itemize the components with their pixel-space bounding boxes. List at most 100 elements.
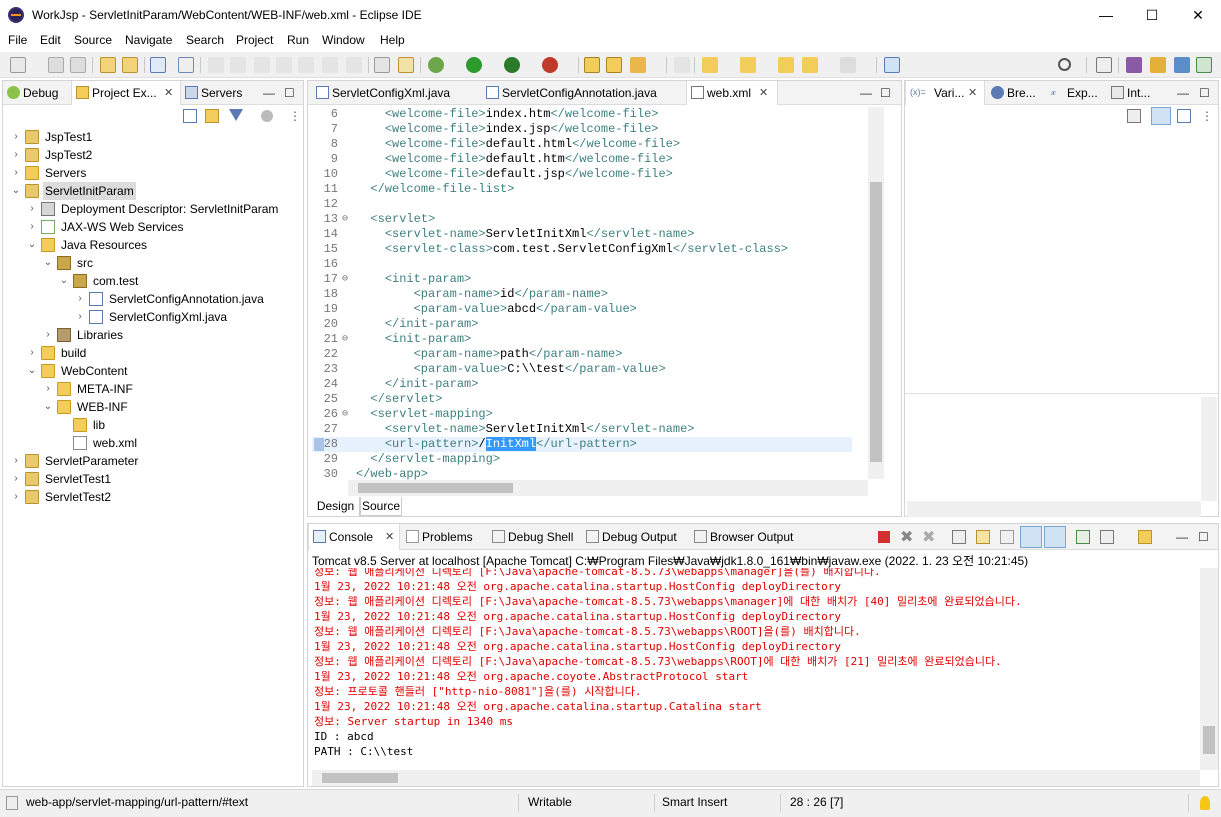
perspective-debug-icon[interactable] (1196, 57, 1212, 73)
remove-all-launches-icon[interactable]: ✖ (922, 527, 935, 547)
show-logical-structure-icon[interactable] (1151, 107, 1171, 125)
tab-variables[interactable]: (x)= Vari... ✕ (905, 81, 985, 105)
tree-item[interactable]: ⌄ WebContent (3, 362, 303, 380)
tree-item[interactable]: web.xml (3, 434, 303, 452)
minimize-button[interactable]: — (1083, 0, 1129, 30)
menu-navigate[interactable]: Navigate (125, 33, 172, 47)
expanded-chevron-icon[interactable]: ⌄ (11, 182, 21, 200)
tree-item[interactable]: › ServletTest2 (3, 488, 303, 506)
open-console-icon[interactable] (1138, 530, 1152, 544)
fold-collapse-icon[interactable]: ⊖ (340, 332, 350, 347)
tab-design[interactable]: Design (312, 497, 360, 516)
terminal-icon[interactable] (150, 57, 166, 73)
remove-launch-icon[interactable]: ✖ (900, 527, 913, 547)
tree-item[interactable]: › Libraries (3, 326, 303, 344)
next-annotation-icon[interactable] (702, 57, 718, 73)
tab-console[interactable]: Console ✕ (308, 524, 400, 550)
scroll-lock-icon[interactable] (976, 530, 990, 544)
save-icon[interactable] (48, 57, 64, 73)
tree-item[interactable]: › ServletConfigAnnotation.java (3, 290, 303, 308)
code-line[interactable]: 12 (312, 197, 852, 212)
menu-search[interactable]: Search (186, 33, 224, 47)
code-line[interactable]: 21 ⊖ <init-param> (312, 332, 852, 347)
tree-item[interactable]: lib (3, 416, 303, 434)
tree-item[interactable]: ⌄ com.test (3, 272, 303, 290)
close-button[interactable]: ✕ (1175, 0, 1221, 30)
focus-icon[interactable] (261, 110, 273, 122)
tree-item[interactable]: › JspTest2 (3, 146, 303, 164)
build-all-icon[interactable] (122, 57, 138, 73)
menu-help[interactable]: Help (380, 33, 405, 47)
expanded-chevron-icon[interactable]: ⌄ (27, 362, 37, 380)
show-console-stdout-icon[interactable] (1020, 526, 1042, 548)
step-over-icon[interactable] (322, 57, 338, 73)
code-line[interactable]: 14 <servlet-name>ServletInitXml</servlet… (312, 227, 852, 242)
show-type-names-icon[interactable] (1127, 109, 1141, 123)
collapsed-chevron-icon[interactable]: › (11, 488, 21, 506)
skip-breakpoints-icon[interactable] (178, 57, 194, 73)
collapsed-chevron-icon[interactable]: › (11, 452, 21, 470)
previous-annotation-icon[interactable] (740, 57, 756, 73)
tab-project-explorer[interactable]: Project Ex... ✕ (71, 81, 181, 105)
clear-console-icon[interactable] (952, 530, 966, 544)
close-tab-icon[interactable]: ✕ (164, 81, 173, 105)
tip-lightbulb-icon[interactable] (1200, 796, 1210, 810)
suspend-icon[interactable] (230, 57, 246, 73)
details-horizontal-scrollbar[interactable] (907, 501, 1201, 517)
expanded-chevron-icon[interactable]: ⌄ (43, 398, 53, 416)
tab-source[interactable]: Source (360, 497, 402, 516)
menu-window[interactable]: Window (322, 33, 365, 47)
collapsed-chevron-icon[interactable]: › (11, 470, 21, 488)
collapsed-chevron-icon[interactable]: › (11, 128, 21, 146)
open-task-icon[interactable] (606, 57, 622, 73)
minimize-view-icon[interactable]: — (1176, 524, 1188, 550)
collapsed-chevron-icon[interactable]: › (27, 218, 37, 236)
menu-project[interactable]: Project (236, 33, 273, 47)
tree-item[interactable]: › build (3, 344, 303, 362)
tab-debug[interactable]: Debug (3, 81, 71, 105)
tab-servletconfigxml[interactable]: ServletConfigXml.java (312, 81, 482, 105)
details-vertical-scrollbar[interactable] (1201, 397, 1217, 501)
code-line[interactable]: 25 </servlet> (312, 392, 852, 407)
tab-debug-shell[interactable]: Debug Shell (488, 524, 580, 550)
tab-browser-output[interactable]: Browser Output (690, 524, 800, 550)
drop-to-frame-icon[interactable] (374, 57, 390, 73)
editor-horizontal-scrollbar[interactable] (348, 480, 868, 496)
tab-problems[interactable]: Problems (402, 524, 482, 550)
perspective-javaee-icon[interactable] (1126, 57, 1142, 73)
show-console-stderr-icon[interactable] (1044, 526, 1066, 548)
search-tool-icon[interactable] (630, 57, 646, 73)
minimize-view-icon[interactable]: — (263, 81, 275, 105)
tree-item[interactable]: ⌄ src (3, 254, 303, 272)
maximize-view-icon[interactable]: ☐ (1198, 524, 1209, 550)
tab-servers[interactable]: Servers (181, 81, 251, 105)
run-icon[interactable] (466, 57, 482, 73)
tab-breakpoints[interactable]: Bre... (987, 81, 1047, 105)
code-line[interactable]: 27 <servlet-name>ServletInitXml</servlet… (312, 422, 852, 437)
menu-edit[interactable]: Edit (40, 33, 61, 47)
code-line[interactable]: 7 <welcome-file>index.jsp</welcome-file> (312, 122, 852, 137)
annotation-icon[interactable] (674, 57, 690, 73)
collapsed-chevron-icon[interactable]: › (11, 146, 21, 164)
code-line[interactable]: 11 </welcome-file-list> (312, 182, 852, 197)
word-wrap-icon[interactable] (1000, 530, 1014, 544)
tree-item[interactable]: › JAX-WS Web Services (3, 218, 303, 236)
tree-item[interactable]: › JspTest1 (3, 128, 303, 146)
view-menu-icon[interactable]: ⋮ (1201, 108, 1213, 124)
collapse-all-icon[interactable] (183, 109, 197, 123)
pin-console-icon[interactable] (1076, 530, 1090, 544)
maximize-view-icon[interactable]: ☐ (1199, 81, 1210, 105)
tree-item[interactable]: ⌄ Java Resources (3, 236, 303, 254)
console-vertical-scrollbar[interactable] (1200, 568, 1218, 770)
maximize-view-icon[interactable]: ☐ (880, 81, 891, 105)
menu-source[interactable]: Source (74, 33, 112, 47)
console-horizontal-scrollbar[interactable] (312, 770, 1200, 786)
build-icon[interactable] (100, 57, 116, 73)
tab-interactive[interactable]: Int... (1107, 81, 1167, 105)
tab-servletconfigannotation[interactable]: ServletConfigAnnotation.java (482, 81, 682, 105)
code-line[interactable]: 9 <welcome-file>default.htm</welcome-fil… (312, 152, 852, 167)
close-tab-icon[interactable]: ✕ (385, 524, 394, 550)
new-icon[interactable] (10, 57, 26, 73)
open-type-icon[interactable] (584, 57, 600, 73)
code-line[interactable]: 15 <servlet-class>com.test.ServletConfig… (312, 242, 852, 257)
